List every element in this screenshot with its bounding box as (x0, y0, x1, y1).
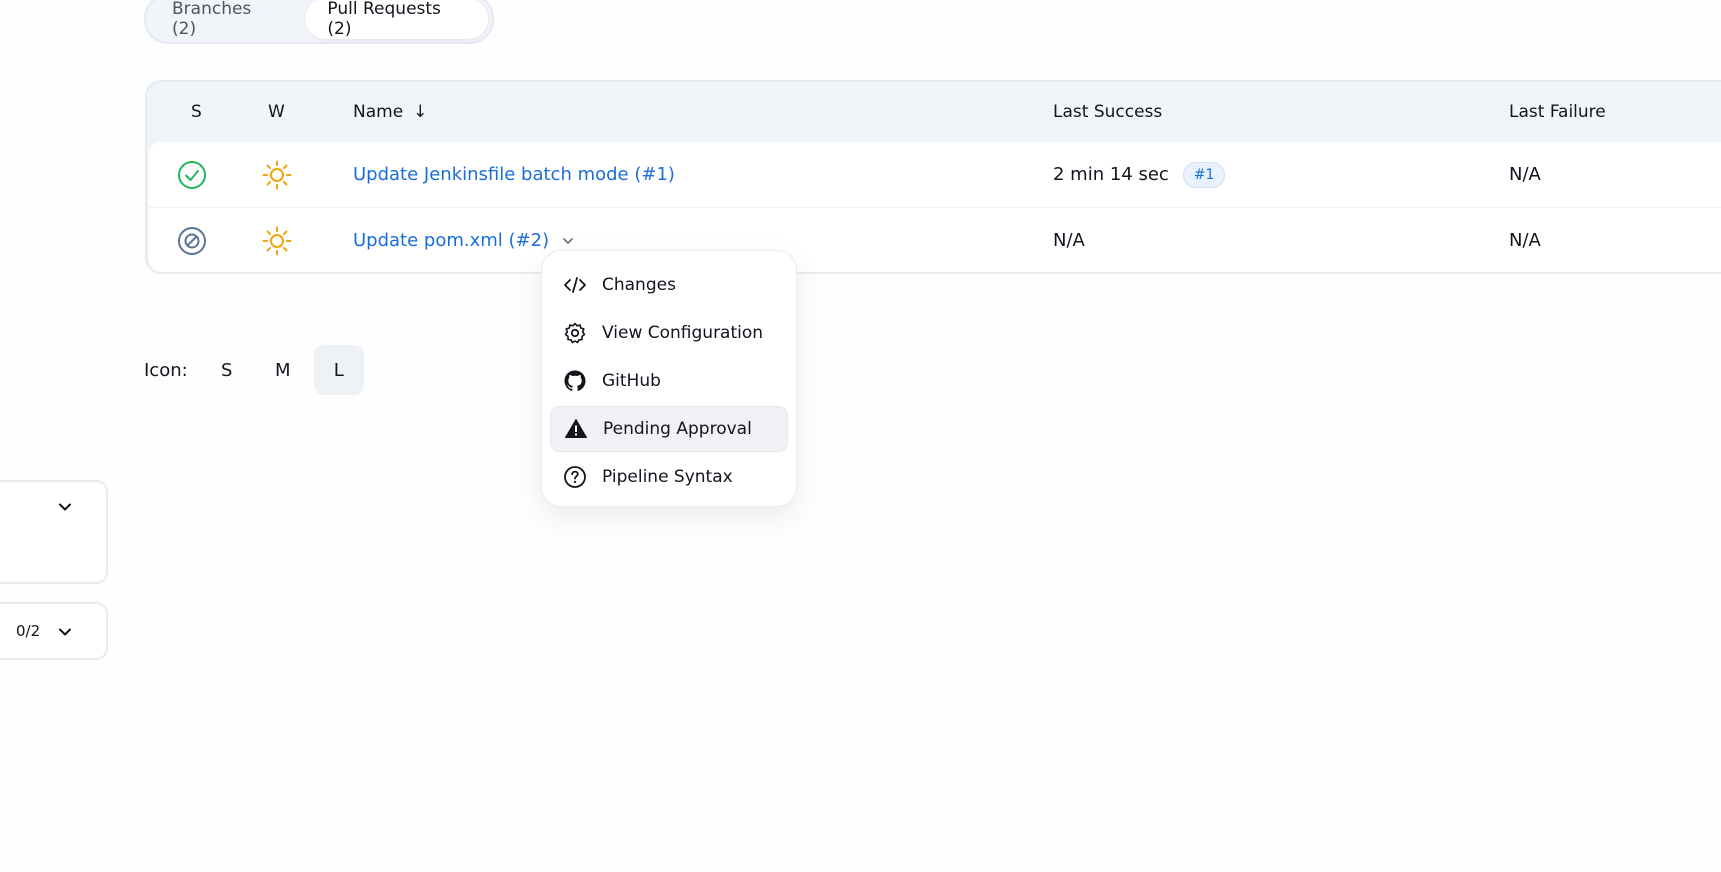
job-link[interactable]: Update pom.xml (#2) (353, 230, 549, 251)
side-panel-executors: 0/2 (0, 602, 108, 660)
chevron-down-icon[interactable] (56, 498, 74, 516)
not-built-icon (177, 208, 207, 272)
icon-size-m[interactable]: M (258, 345, 308, 395)
tab-bar: Branches (2) Pull Requests (2) (144, 0, 494, 44)
menu-item-label: View Configuration (602, 323, 764, 343)
table-row: Update Jenkinsfile batch mode (#1) 2 min… (149, 142, 1721, 207)
job-dropdown-menu: Changes View Configuration GitHub Pendin… (541, 250, 797, 507)
menu-item-pending-approval[interactable]: Pending Approval (550, 406, 788, 452)
menu-item-label: Changes (602, 275, 676, 295)
menu-item-pipeline-syntax[interactable]: Pipeline Syntax (550, 454, 788, 500)
icon-size-selector: Icon: S M L (144, 344, 364, 396)
menu-item-view-configuration[interactable]: View Configuration (550, 310, 788, 356)
table-body: Update Jenkinsfile batch mode (#1) 2 min… (149, 142, 1721, 272)
column-header-last-success[interactable]: Last Success (1053, 82, 1162, 142)
menu-item-label: GitHub (602, 371, 661, 391)
executor-count: 0/2 (16, 622, 41, 640)
column-header-status[interactable]: S (191, 82, 202, 142)
table-row: Update pom.xml (#2) N/A N/A (149, 207, 1721, 272)
last-failure-cell: N/A (1509, 164, 1541, 185)
github-icon (562, 368, 588, 394)
sunny-icon (262, 142, 292, 207)
build-badge[interactable]: #1 (1182, 161, 1226, 188)
column-header-weather[interactable]: W (268, 82, 285, 142)
menu-item-github[interactable]: GitHub (550, 358, 788, 404)
last-success-cell: 2 min 14 sec #1 (1053, 142, 1226, 207)
tab-branches[interactable]: Branches (2) (150, 0, 299, 39)
table-header: S W Name ↓ Last Success Last Failure (147, 82, 1721, 142)
success-check-icon (177, 142, 207, 207)
job-name-cell: Update Jenkinsfile batch mode (#1) (353, 142, 675, 207)
jobs-table: S W Name ↓ Last Success Last Failure Upd… (145, 80, 1721, 274)
last-failure-cell: N/A (1509, 230, 1541, 251)
tab-pull-requests[interactable]: Pull Requests (2) (305, 0, 488, 39)
gear-icon (562, 320, 588, 346)
icon-size-s[interactable]: S (202, 345, 252, 395)
menu-item-label: Pending Approval (603, 419, 752, 439)
menu-item-changes[interactable]: Changes (550, 262, 788, 308)
chevron-down-icon[interactable] (561, 234, 575, 248)
column-header-name-label: Name (353, 102, 404, 122)
side-panel-build-history (0, 480, 108, 584)
last-success-cell: N/A (1053, 230, 1085, 251)
icon-size-label: Icon: (144, 359, 188, 381)
column-header-name[interactable]: Name ↓ (353, 82, 427, 142)
help-circle-icon (562, 464, 588, 490)
icon-size-l[interactable]: L (313, 345, 364, 395)
sunny-icon (262, 208, 292, 272)
sort-descending-icon: ↓ (413, 102, 428, 122)
chevron-down-icon[interactable] (56, 623, 74, 641)
menu-item-label: Pipeline Syntax (602, 467, 733, 487)
code-icon (562, 272, 588, 298)
job-link[interactable]: Update Jenkinsfile batch mode (#1) (353, 164, 675, 185)
column-header-last-failure[interactable]: Last Failure (1509, 82, 1606, 142)
warning-icon (563, 416, 589, 442)
last-success-duration: 2 min 14 sec (1053, 164, 1169, 185)
